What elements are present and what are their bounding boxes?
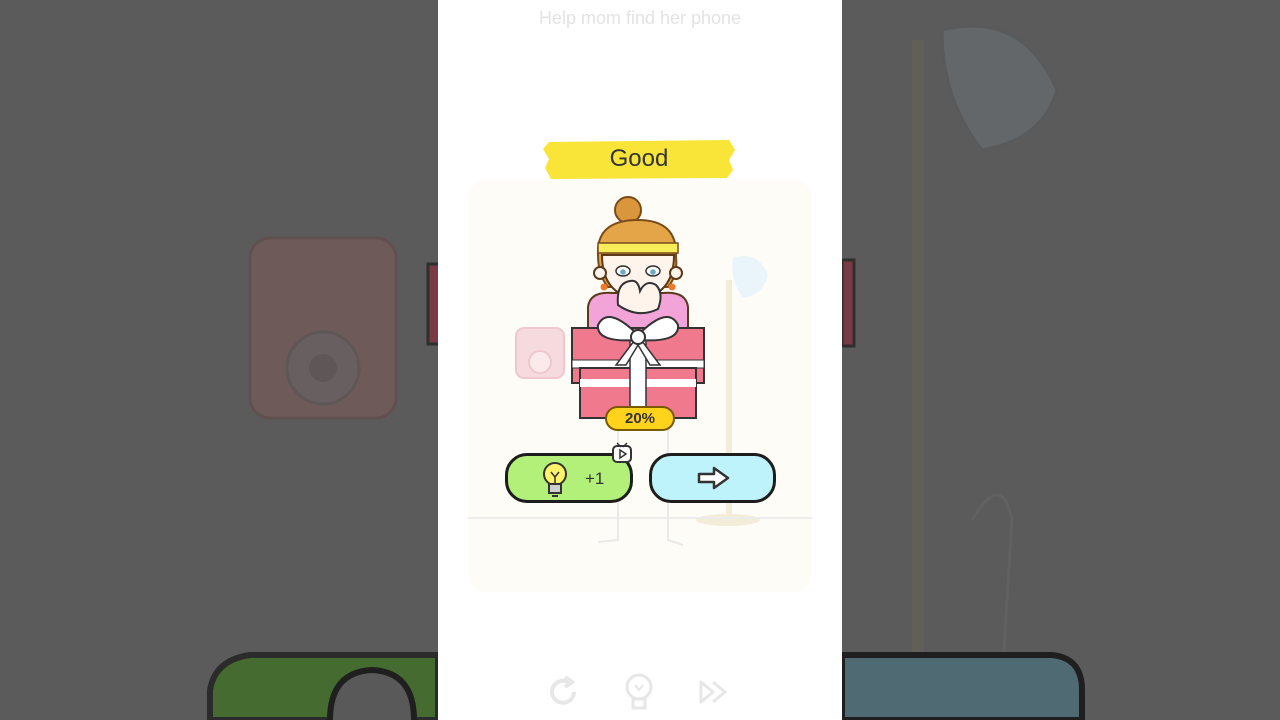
progress-badge: 20% xyxy=(605,406,675,431)
lightbulb-icon xyxy=(543,462,567,497)
background-right xyxy=(842,0,1280,720)
rating-text: Good xyxy=(609,145,669,172)
video-ad-icon xyxy=(612,442,632,463)
mom-with-gift-illustration xyxy=(571,196,705,419)
background-left xyxy=(0,0,438,720)
restart-icon[interactable] xyxy=(546,672,582,712)
get-hint-button[interactable]: +1 xyxy=(505,442,633,503)
dimmed-scene-right xyxy=(842,24,1085,720)
hint-count-label: +1 xyxy=(585,469,605,488)
lightbulb-icon[interactable] xyxy=(621,672,657,712)
level-subtitle: Help mom find her phone xyxy=(538,8,742,28)
dimmed-scene-left xyxy=(207,236,438,720)
bottom-toolbar xyxy=(438,672,842,720)
next-level-button[interactable] xyxy=(649,453,776,503)
skip-icon[interactable] xyxy=(697,672,733,712)
game-panel: Help mom find her phone Good 20% +1 xyxy=(438,0,842,720)
arrow-right-icon xyxy=(697,466,730,490)
